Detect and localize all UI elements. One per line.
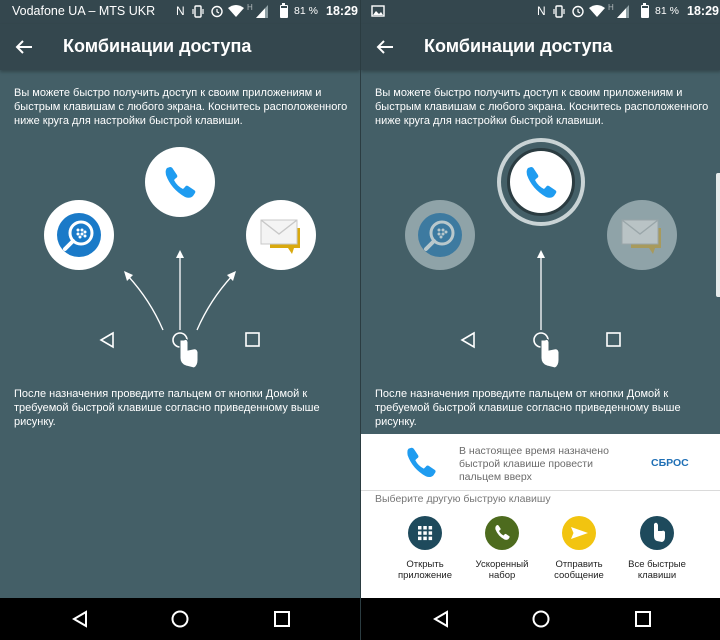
screen-left: Vodafone UA – MTS UKR N H 81 % 18:29 Ком…	[0, 0, 360, 640]
wifi-icon	[589, 5, 605, 17]
intro-text: Вы можете быстро получить доступ к своим…	[14, 87, 348, 127]
alarm-icon	[211, 5, 223, 18]
shortcut-sheet: В настоящее время назначено быстрой клав…	[361, 434, 720, 598]
screen-right: N H 81 % 18:29 Комбинации доступа Вы мож…	[360, 0, 720, 640]
nav-home-icon[interactable]	[531, 609, 551, 629]
option-speed-dial[interactable]: Ускоренный набор	[462, 516, 542, 581]
wifi-icon	[228, 5, 244, 17]
back-arrow-icon[interactable]	[12, 35, 36, 59]
navigation-bar	[0, 598, 360, 640]
phone-icon	[526, 167, 557, 198]
nfc-icon: N	[176, 4, 185, 18]
hint-text: После назначения проведите пальцем от кн…	[375, 388, 681, 428]
app-grid-icon	[408, 516, 442, 550]
swipe-arrows	[124, 250, 236, 331]
swipe-arrows	[537, 250, 545, 330]
battery-icon	[641, 3, 649, 18]
nfc-icon: N	[537, 4, 546, 18]
vibrate-icon	[192, 5, 204, 18]
current-shortcut-text: В настоящее время назначено быстрой клав…	[459, 445, 609, 483]
option-all-shortcuts[interactable]: Все быстрые клавиши	[617, 516, 697, 581]
network-h-icon: H	[247, 3, 253, 12]
app-bar: Комбинации доступа	[0, 24, 360, 70]
speed-dial-icon	[485, 516, 519, 550]
nav-home-icon[interactable]	[170, 609, 190, 629]
clock: 18:29	[687, 4, 719, 18]
vibrate-icon	[553, 5, 565, 18]
battery-icon	[280, 3, 288, 18]
alarm-icon	[572, 5, 584, 18]
phone-icon	[165, 167, 196, 198]
back-arrow-icon[interactable]	[373, 35, 397, 59]
battery-percent: 81 %	[655, 5, 679, 17]
carrier-name: Vodafone UA – MTS UKR	[12, 4, 156, 18]
option-send-message[interactable]: Отправить сообщение	[539, 516, 619, 581]
app-bar: Комбинации доступа	[361, 24, 720, 70]
page-title: Комбинации доступа	[63, 36, 252, 56]
nav-illustration	[99, 331, 260, 369]
nav-illustration	[460, 331, 621, 369]
reset-button[interactable]: СБРОС	[651, 457, 689, 469]
intro-text: Вы можете быстро получить доступ к своим…	[375, 87, 709, 127]
hint-text: После назначения проведите пальцем от кн…	[14, 388, 320, 428]
send-message-icon	[562, 516, 596, 550]
network-h-icon: H	[608, 3, 614, 12]
navigation-bar	[361, 598, 720, 640]
nav-back-icon[interactable]	[431, 609, 451, 629]
nav-back-icon[interactable]	[70, 609, 90, 629]
current-shortcut: В настоящее время назначено быстрой клав…	[361, 434, 720, 490]
signal-icon	[256, 5, 268, 18]
option-label: Все быстрые клавиши	[628, 559, 686, 581]
battery-percent: 81 %	[294, 5, 318, 17]
shortcut-phone[interactable]	[145, 147, 215, 217]
clock: 18:29	[326, 4, 358, 18]
option-label: Ускоренный набор	[475, 559, 529, 581]
status-bar: Vodafone UA – MTS UKR N H 81 % 18:29	[0, 0, 360, 24]
nav-recents-icon[interactable]	[272, 609, 292, 629]
signal-icon	[617, 5, 629, 18]
image-notification-icon	[371, 5, 385, 17]
option-label: Открыть приложение	[397, 559, 453, 581]
choose-label: Выберите другую быструю клавишу	[375, 493, 551, 505]
option-open-app[interactable]: Открыть приложение	[385, 516, 465, 581]
nav-recents-icon[interactable]	[633, 609, 653, 629]
page-title: Комбинации доступа	[424, 36, 613, 56]
phone-icon	[407, 447, 436, 478]
option-label: Отправить сообщение	[554, 559, 604, 581]
divider	[361, 490, 720, 491]
shortcut-phone-selected[interactable]	[497, 138, 585, 226]
all-shortcuts-icon	[640, 516, 674, 550]
status-bar: N H 81 % 18:29	[361, 0, 720, 24]
